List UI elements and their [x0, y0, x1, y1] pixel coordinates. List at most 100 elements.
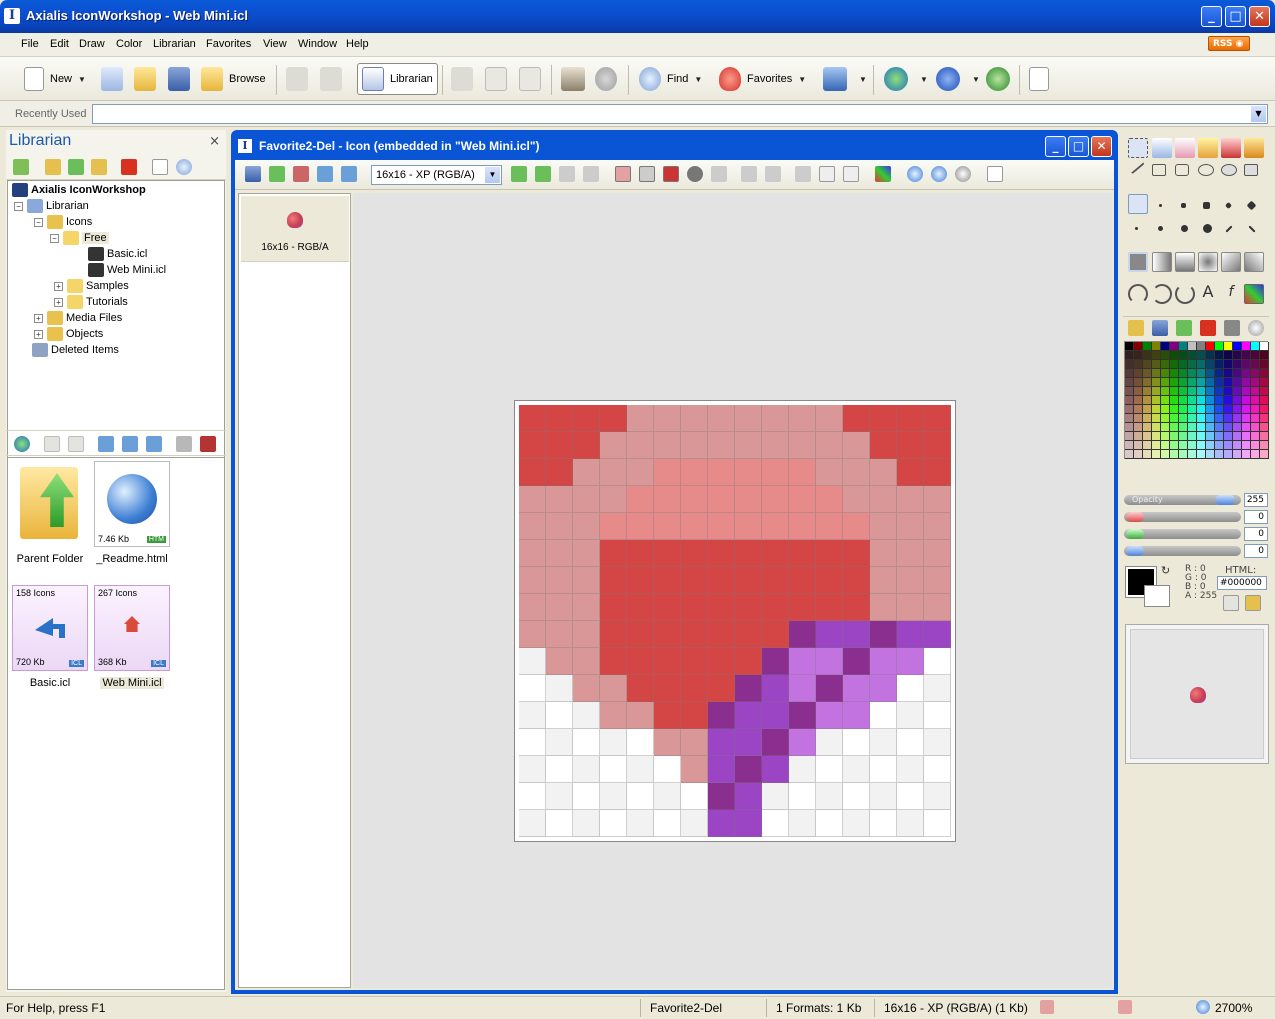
pixel[interactable]	[546, 513, 573, 540]
add-format-icon[interactable]	[511, 166, 527, 182]
pixel[interactable]	[789, 783, 816, 810]
pixel[interactable]	[546, 459, 573, 486]
pixel[interactable]	[897, 675, 924, 702]
pixel[interactable]	[708, 756, 735, 783]
pixel[interactable]	[870, 702, 897, 729]
pixel[interactable]	[546, 702, 573, 729]
color-tool-icon[interactable]	[1244, 284, 1264, 304]
palette-swatch[interactable]	[1251, 450, 1260, 459]
palette-swatch[interactable]	[1143, 378, 1152, 387]
pixel[interactable]	[654, 648, 681, 675]
pixel[interactable]	[762, 783, 789, 810]
palette-swatch[interactable]	[1188, 351, 1197, 360]
pixel[interactable]	[519, 594, 546, 621]
undo-icon[interactable]	[286, 63, 314, 95]
palette-swatch[interactable]	[1197, 396, 1206, 405]
palette-swatch[interactable]	[1125, 369, 1134, 378]
pixel[interactable]	[897, 783, 924, 810]
palette-swatch[interactable]	[1242, 414, 1251, 423]
palette-swatch[interactable]	[1233, 405, 1242, 414]
pixel[interactable]	[924, 756, 951, 783]
palette-swatch[interactable]	[1188, 378, 1197, 387]
palette-swatch[interactable]	[1233, 360, 1242, 369]
pixel[interactable]	[924, 729, 951, 756]
pixel[interactable]	[870, 594, 897, 621]
editing-canvas-area[interactable]	[353, 193, 1112, 988]
pixel[interactable]	[897, 594, 924, 621]
pixel[interactable]	[654, 405, 681, 432]
fill-icon[interactable]	[1244, 138, 1264, 158]
pixel[interactable]	[762, 702, 789, 729]
properties-icon[interactable]	[583, 166, 599, 182]
remove-format-icon[interactable]	[559, 166, 575, 182]
palette-swatch[interactable]	[1242, 378, 1251, 387]
pixel[interactable]	[735, 621, 762, 648]
palette-swatch[interactable]	[1197, 342, 1206, 351]
fill-mode-reverse-icon[interactable]	[1244, 252, 1264, 272]
cut-icon[interactable]	[795, 166, 811, 182]
open-folder-icon[interactable]	[134, 63, 162, 95]
pixel[interactable]	[816, 513, 843, 540]
palette-swatch[interactable]	[1242, 405, 1251, 414]
pixel[interactable]	[708, 486, 735, 513]
open-icon[interactable]	[101, 63, 129, 95]
pixel[interactable]	[870, 729, 897, 756]
chevron-down-icon[interactable]: ▼	[798, 75, 806, 84]
palette-swatch[interactable]	[1206, 414, 1215, 423]
pixel[interactable]	[870, 675, 897, 702]
chevron-down-icon[interactable]: ▼	[1251, 106, 1266, 122]
palette-swatch[interactable]	[1143, 405, 1152, 414]
tree-item-deleted-items[interactable]: Deleted Items	[32, 342, 119, 358]
palette-swatch[interactable]	[1224, 396, 1233, 405]
pixel[interactable]	[843, 540, 870, 567]
palette-swatch[interactable]	[1242, 450, 1251, 459]
palette-swatch[interactable]	[1197, 369, 1206, 378]
pixel[interactable]	[519, 756, 546, 783]
palette-swatch[interactable]	[1134, 387, 1143, 396]
pixel[interactable]	[789, 594, 816, 621]
palette-swatch[interactable]	[1170, 405, 1179, 414]
palette-swatch[interactable]	[1134, 351, 1143, 360]
pixel[interactable]	[654, 756, 681, 783]
pixel[interactable]	[654, 567, 681, 594]
palette-swatch[interactable]	[1224, 405, 1233, 414]
palette-swatch[interactable]	[1215, 414, 1224, 423]
pixel[interactable]	[843, 783, 870, 810]
pixel[interactable]	[843, 459, 870, 486]
duplicate-icon[interactable]	[317, 166, 333, 182]
pixel[interactable]	[600, 459, 627, 486]
palette-swatch[interactable]	[1134, 369, 1143, 378]
brush-round-3-icon[interactable]	[1181, 225, 1188, 232]
palette-swatch[interactable]	[1224, 450, 1233, 459]
pixel[interactable]	[843, 702, 870, 729]
close-icon[interactable]: ×	[209, 134, 220, 149]
pixel[interactable]	[762, 675, 789, 702]
pixel[interactable]	[546, 594, 573, 621]
tree-item-axialis[interactable]: Axialis IconWorkshop	[12, 182, 146, 198]
brush-round-4-icon[interactable]	[1203, 224, 1212, 233]
palette-swatch[interactable]	[1125, 414, 1134, 423]
pixel[interactable]	[573, 675, 600, 702]
pixel[interactable]	[654, 621, 681, 648]
pixel[interactable]	[627, 675, 654, 702]
pixel[interactable]	[708, 594, 735, 621]
import-icon[interactable]	[146, 436, 162, 452]
palette-swatch[interactable]	[1170, 387, 1179, 396]
pixel[interactable]	[735, 783, 762, 810]
menu-color[interactable]: Color	[116, 38, 142, 50]
pixel[interactable]	[573, 594, 600, 621]
palette-swatch[interactable]	[1179, 441, 1188, 450]
palette-swatch[interactable]	[1242, 351, 1251, 360]
pixel[interactable]	[519, 621, 546, 648]
favorites-button[interactable]: Favorites ▼	[719, 63, 806, 95]
redo-icon[interactable]	[320, 63, 348, 95]
pixel[interactable]	[600, 810, 627, 837]
undo-icon[interactable]	[741, 166, 757, 182]
pixel[interactable]	[708, 459, 735, 486]
palette-swatch[interactable]	[1152, 450, 1161, 459]
pixel[interactable]	[600, 432, 627, 459]
pixel[interactable]	[735, 648, 762, 675]
checker-icon[interactable]	[615, 166, 631, 182]
pixel[interactable]	[654, 513, 681, 540]
file-tile-basic-icl[interactable]: 158 Icons 720 Kb ICL Basic.icl	[10, 585, 90, 689]
